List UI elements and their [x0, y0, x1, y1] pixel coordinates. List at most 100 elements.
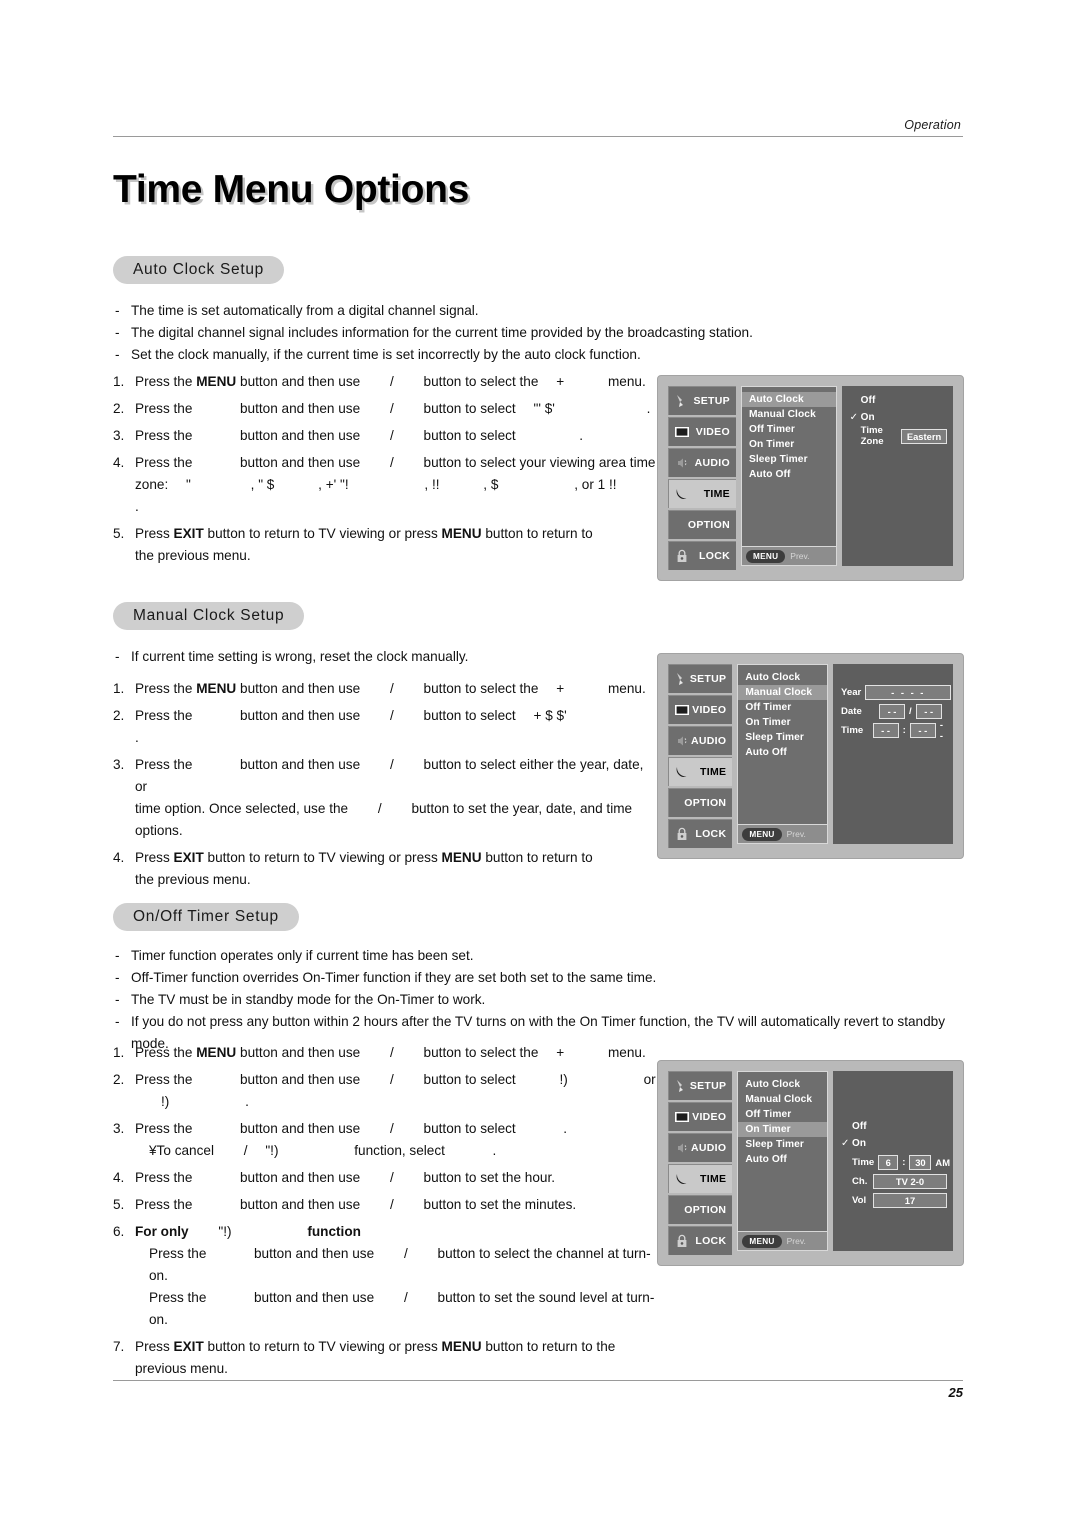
step-text: button to set the year, date, and time [411, 801, 633, 817]
osd-menu-prev-button[interactable]: MENU Prev. [741, 546, 836, 565]
osd-menu-item-auto-off[interactable]: Auto Off [738, 745, 827, 760]
osd-volume-value[interactable]: 17 [873, 1192, 947, 1208]
osd-tab-setup[interactable]: SETUP [668, 386, 736, 415]
nav-glyph: / [389, 1045, 394, 1060]
osd-timezone-row[interactable]: Time Zone Eastern [850, 425, 948, 447]
osd-menu-item-off-timer[interactable]: Off Timer [738, 1107, 827, 1122]
osd-tab-video[interactable]: VIDEO [668, 695, 733, 724]
osd-tab-option[interactable]: OPTION [668, 510, 736, 539]
osd-menu-item-on-timer[interactable]: On Timer [738, 1122, 827, 1137]
onoff-timer-bullets: Timer function operates only if current … [113, 945, 973, 1055]
osd-right-panel: Off ✓ On Time Zone Eastern [841, 386, 954, 566]
osd-time-minute[interactable]: - - [909, 722, 936, 738]
time-separator: : [902, 724, 906, 736]
osd-timezone-value[interactable]: Eastern [901, 428, 948, 444]
osd-menu-item-manual-clock[interactable]: Manual Clock [738, 685, 827, 700]
step-number: 3. [113, 757, 125, 773]
step-text: button to return to the [485, 1339, 616, 1355]
osd-menu-item-off-timer[interactable]: Off Timer [738, 700, 827, 715]
osd-menu-item-auto-off[interactable]: Auto Off [742, 467, 836, 482]
osd-year-value[interactable]: - - - - [865, 684, 952, 700]
osd-tab-audio[interactable]: AUDIO [668, 726, 733, 755]
step-number: 1. [113, 374, 125, 389]
step-text: button and then use [239, 1121, 361, 1137]
osd-time-hour[interactable]: - - [872, 722, 899, 738]
step-text: button to select your viewing area time [423, 455, 656, 471]
step-text: menu. [607, 1045, 646, 1060]
osd-tab-time[interactable]: TIME [668, 479, 736, 508]
osd-date-row[interactable]: Date - - / - - [841, 702, 947, 720]
osd-tab-lock[interactable]: LOCK [668, 541, 736, 570]
osd-tab-audio[interactable]: AUDIO [668, 1133, 733, 1162]
osd-tab-setup[interactable]: SETUP [668, 1071, 733, 1100]
nav-glyph: / [377, 801, 382, 817]
exit-key-label: EXIT [173, 1339, 204, 1355]
osd-menu-item-sleep-timer[interactable]: Sleep Timer [742, 452, 836, 467]
osd-option-off[interactable]: Off [841, 1118, 947, 1135]
page-title: Time Menu Options [113, 168, 470, 211]
osd-tab-lock[interactable]: LOCK [668, 819, 733, 848]
step-number: 1. [113, 1045, 125, 1060]
osd-tab-video[interactable]: VIDEO [668, 417, 736, 446]
osd-volume-row[interactable]: Vol 17 [841, 1191, 947, 1209]
osd-menu-item-auto-clock[interactable]: Auto Clock [738, 670, 827, 685]
osd-tab-lock[interactable]: LOCK [668, 1226, 733, 1255]
osd-tab-time[interactable]: TIME [668, 757, 733, 786]
osd-time-hour[interactable]: 6 [878, 1154, 899, 1170]
osd-tab-option[interactable]: OPTION [668, 788, 733, 817]
osd-date-label: Date [841, 705, 862, 717]
osd-tab-time[interactable]: TIME [668, 1164, 733, 1193]
osd-date-day[interactable]: - - [915, 703, 942, 719]
osd-menu-item-sleep-timer[interactable]: Sleep Timer [738, 730, 827, 745]
osd-year-row[interactable]: Year - - - - [841, 683, 952, 701]
osd-time-ampm: AM [935, 1156, 951, 1168]
antenna-icon [674, 671, 690, 687]
osd-tab-setup[interactable]: SETUP [668, 664, 733, 693]
osd-option-on[interactable]: ✓ On [841, 1135, 947, 1152]
osd-menu-item-on-timer[interactable]: On Timer [742, 437, 836, 452]
step-text: button to select the channel at turn-on. [149, 1246, 651, 1284]
antenna-icon [674, 1078, 690, 1094]
osd-tab-label: AUDIO [690, 1142, 727, 1154]
osd-date-month[interactable]: - - [879, 703, 905, 719]
menu-key-label: MENU [196, 374, 237, 389]
osd-tab-video[interactable]: VIDEO [668, 1102, 733, 1131]
osd-menu-prev-button[interactable]: MENU Prev. [738, 1231, 827, 1250]
osd-menu-item-sleep-timer[interactable]: Sleep Timer [738, 1137, 827, 1152]
osd-menu-item-on-timer[interactable]: On Timer [738, 715, 827, 730]
osd-channel-value[interactable]: TV 2-0 [873, 1173, 947, 1189]
osd-time-minute[interactable]: 30 [909, 1154, 932, 1170]
osd-channel-row[interactable]: Ch. TV 2-0 [841, 1172, 947, 1190]
osd-menu-item-auto-off[interactable]: Auto Off [738, 1152, 827, 1167]
osd-menu-item-off-timer[interactable]: Off Timer [742, 422, 836, 437]
step-text: Press the [149, 1290, 207, 1306]
osd-time-ampm: - - [939, 719, 943, 741]
step-text: Press the [135, 1197, 193, 1213]
osd-menu-prev-button[interactable]: MENU Prev. [738, 824, 827, 843]
osd-tab-label: VIDEO [692, 1111, 727, 1123]
osd-menu-item-auto-clock[interactable]: Auto Clock [738, 1077, 827, 1092]
osd-menu-item-auto-clock[interactable]: Auto Clock [741, 392, 836, 407]
osd-menu-item-manual-clock[interactable]: Manual Clock [738, 1092, 827, 1107]
step-text: button to return to TV viewing or press [207, 1339, 438, 1355]
osd-time-row[interactable]: Time - - : - - - - [841, 719, 947, 741]
osd-tab-label: VIDEO [692, 704, 727, 716]
osd-tab-option[interactable]: OPTION [668, 1195, 733, 1224]
nav-glyph: / [389, 428, 394, 444]
onoff-timer-steps: 1. Press the MENU button and then use / … [113, 1042, 658, 1385]
step-text: . [135, 499, 139, 515]
osd-option-on[interactable]: ✓ On [850, 409, 947, 426]
time-separator: : [902, 1156, 906, 1168]
step-item: 3. Press the button and then use / butto… [113, 754, 658, 842]
osd-tab-audio[interactable]: AUDIO [668, 448, 736, 477]
exit-key-label: EXIT [173, 526, 204, 542]
osd-sidebar: SETUP VIDEO AUDIO TIME OPTION LOCK [668, 664, 733, 848]
osd-option-off[interactable]: Off [850, 392, 947, 409]
osd-screenshot-auto-clock: SETUP VIDEO AUDIO TIME OPTION LOCK Auto … [657, 375, 964, 581]
note-text: ¥To cancel [149, 1143, 214, 1159]
option-glyph: + $ $' [533, 708, 567, 724]
osd-menu-item-manual-clock[interactable]: Manual Clock [742, 407, 836, 422]
footer-divider [113, 1380, 963, 1381]
osd-tab-label: SETUP [689, 673, 727, 685]
osd-time-row[interactable]: Time 6 : 30 AM [841, 1153, 951, 1171]
